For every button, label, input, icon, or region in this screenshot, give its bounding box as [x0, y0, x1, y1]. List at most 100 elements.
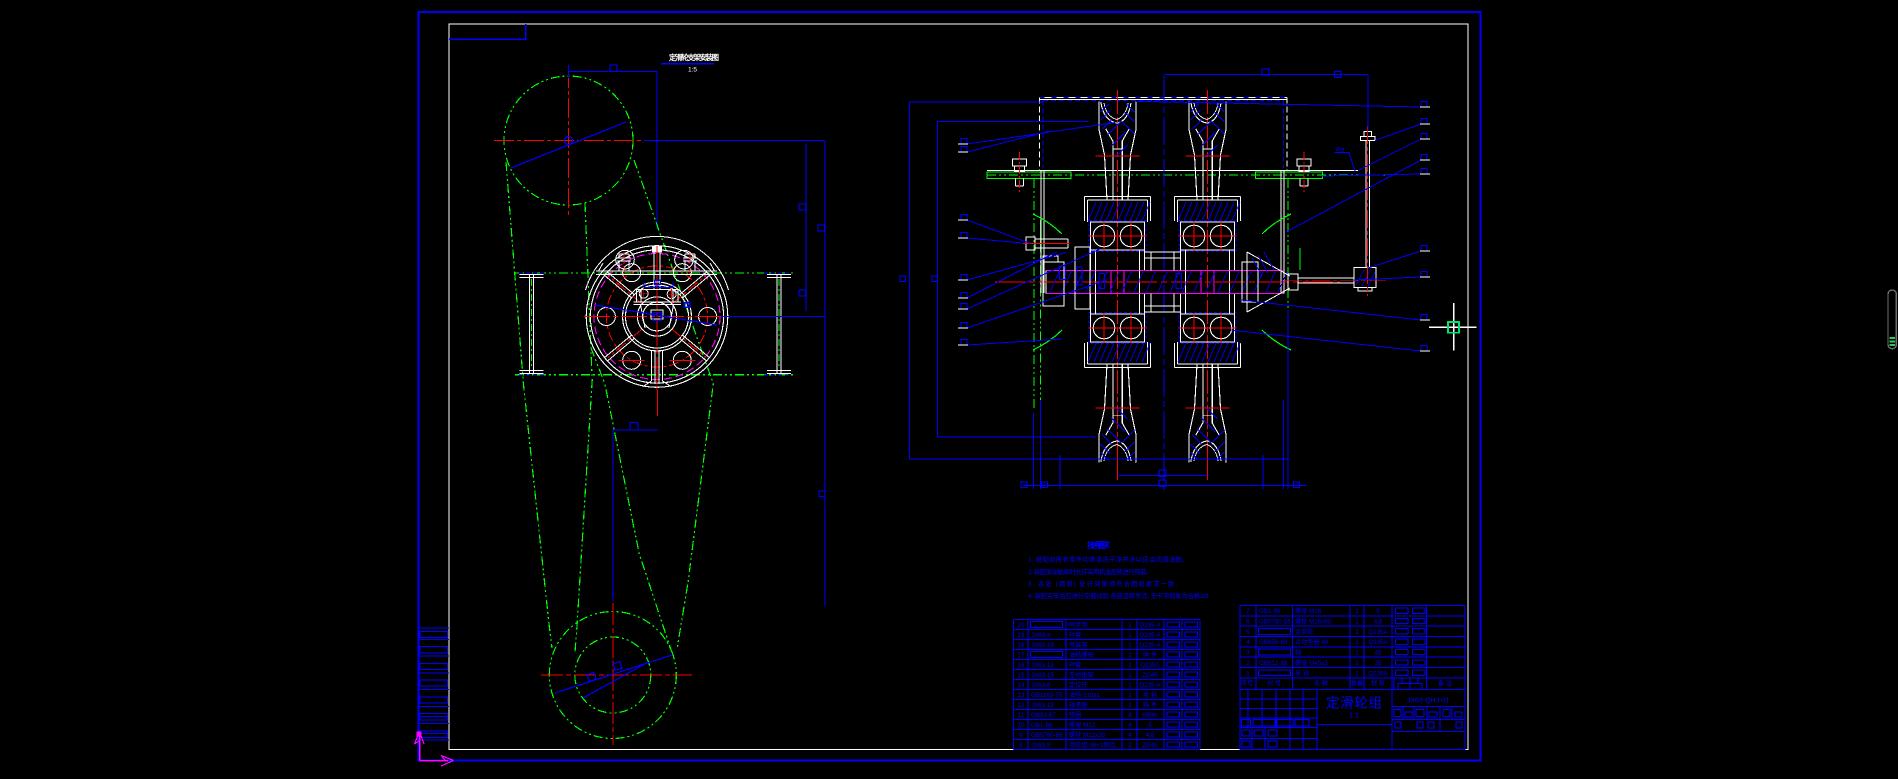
svg-text:定滑轮组: 定滑轮组: [1326, 696, 1382, 711]
svg-text:购 件: 购 件: [1143, 651, 1157, 659]
svg-text:16: 16: [1018, 662, 1025, 669]
svg-text:20: 20: [1018, 622, 1025, 629]
svg-text:螺母 M45x3: 螺母 M45x3: [1295, 659, 1328, 667]
svg-text:GB93-87: GB93-87: [1031, 712, 1056, 719]
svg-text:ZG45: ZG45: [1142, 672, 1158, 679]
svg-text:轴: 轴: [1295, 649, 1301, 657]
svg-text:吊 钩: 吊 钩: [1295, 669, 1309, 677]
svg-text:Q235-A: Q235-A: [1139, 682, 1161, 689]
svg-text:JX63.13: JX63.13: [1031, 662, 1054, 669]
svg-text:12: 12: [1018, 702, 1025, 709]
svg-text:1:5: 1:5: [688, 67, 697, 74]
svg-text:衬套: 衬套: [1069, 631, 1081, 639]
svg-text:1: 1: [1128, 622, 1132, 629]
svg-text:GB1-86: GB1-86: [1031, 722, 1053, 729]
svg-text:购 件: 购 件: [1143, 701, 1157, 709]
svg-text:2. 装配滚动轴承时允许采用机油加热进行热装,: 2. 装配滚动轴承时允许采用机油加热进行热装,: [1028, 567, 1148, 576]
svg-text:1: 1: [1246, 670, 1250, 677]
svg-text:名 称: 名 称: [1314, 680, 1328, 688]
svg-text:螺栓 M12x30: 螺栓 M12x30: [1069, 731, 1106, 739]
svg-text:1: 1: [1355, 660, 1359, 667]
svg-text:45: 45: [1375, 650, 1382, 657]
svg-text:4: 4: [1246, 639, 1250, 646]
svg-text:13: 13: [1018, 692, 1025, 699]
svg-text:3: 3: [1246, 650, 1250, 657]
svg-text:代 号: 代 号: [1267, 680, 1281, 688]
svg-text:GB812-88: GB812-88: [1259, 660, 1288, 667]
svg-text:10: 10: [1018, 722, 1025, 729]
svg-text:2: 2: [1246, 660, 1250, 667]
svg-text:14: 14: [1018, 682, 1025, 689]
svg-text:2: 2: [1355, 629, 1359, 636]
svg-text:4: 4: [1128, 712, 1132, 719]
svg-text:1: 1: [1128, 682, 1132, 689]
svg-text:1: 1: [1128, 692, 1132, 699]
svg-text:GB856-88: GB856-88: [1259, 639, 1288, 646]
svg-text:5: 5: [1246, 629, 1250, 636]
svg-text:螺母 M12: 螺母 M12: [1069, 721, 1096, 729]
svg-text:JX63.13: JX63.13: [1031, 702, 1054, 709]
svg-text:Q235A: Q235A: [1368, 629, 1388, 636]
svg-text:1: 1: [1355, 670, 1359, 677]
svg-text:1: 1: [1355, 639, 1359, 646]
svg-text:6: 6: [1246, 619, 1250, 626]
svg-text:JX63-18: JX63-18: [1031, 642, 1055, 649]
svg-text:左衬板架: 左衬板架: [1069, 671, 1094, 679]
svg-text:吊装架: 吊装架: [1069, 641, 1088, 649]
svg-text:滑轮组 d6=1制动: 滑轮组 d6=1制动: [1069, 741, 1116, 749]
svg-text:35: 35: [1375, 660, 1382, 667]
svg-text:4.8: 4.8: [1374, 619, 1383, 626]
svg-text:17: 17: [1018, 652, 1025, 659]
svg-text:螺母 M16: 螺母 M16: [1295, 607, 1322, 615]
svg-text:材 料: 材 料: [1371, 680, 1385, 688]
svg-text:GB5780-86: GB5780-86: [1031, 732, 1063, 739]
svg-text:螺栓 M16x60: 螺栓 M16x60: [1295, 618, 1332, 626]
svg-text:Q235A: Q235A: [1368, 639, 1388, 646]
svg-text:Q235-A: Q235-A: [1139, 632, 1161, 639]
svg-text:Ra: Ra: [1336, 147, 1345, 154]
svg-text:GB1-86: GB1-86: [1259, 608, 1281, 615]
svg-text:定滑轮支架安装图: 定滑轮支架安装图: [669, 52, 720, 62]
svg-text:5: 5: [1148, 722, 1152, 729]
svg-text:Q235-A: Q235-A: [1139, 642, 1161, 649]
svg-text:1: 1: [1355, 619, 1359, 626]
svg-text:Q235-A: Q235-A: [1139, 622, 1161, 629]
svg-text:Q235A: Q235A: [1140, 662, 1160, 669]
svg-text:JX63-QHJ-01: JX63-QHJ-01: [1407, 698, 1450, 705]
svg-text:18: 18: [1018, 642, 1025, 649]
svg-text:65Mn: 65Mn: [1142, 712, 1158, 719]
svg-text:1: 1: [1128, 702, 1132, 709]
svg-text:轴承座: 轴承座: [1069, 701, 1088, 709]
svg-text:JX63.8: JX63.8: [1031, 742, 1051, 749]
svg-text:1: 1: [1355, 650, 1359, 657]
svg-text:4: 4: [1128, 732, 1132, 739]
svg-text:GB1163-79: GB1163-79: [1031, 692, 1063, 699]
svg-text:4. 装配完毕后应进行空载试验.各部运转灵活, 无卡滞现象为: 4. 装配完毕后应进行空载试验.各部运转灵活, 无卡滞现象为合格2/3.: [1028, 591, 1210, 600]
svg-text:JX63-15: JX63-15: [1031, 672, 1055, 679]
svg-text:JX63.4: JX63.4: [1031, 632, 1051, 639]
svg-text:11: 11: [1018, 712, 1025, 719]
svg-text:8: 8: [1019, 742, 1023, 749]
svg-text:JX63-8: JX63-8: [1031, 682, 1051, 689]
svg-text:油毡 d10x1: 油毡 d10x1: [1069, 691, 1101, 699]
svg-text:1: 1: [1355, 608, 1359, 615]
svg-text:2: 2: [1128, 652, 1132, 659]
svg-text:19: 19: [1018, 632, 1025, 639]
svg-text:4.8: 4.8: [1146, 732, 1155, 739]
svg-text:定滑轮: 定滑轮: [1295, 628, 1314, 636]
svg-text:Q235A: Q235A: [1368, 670, 1388, 677]
svg-text:毛 毡: 毛 毡: [1143, 691, 1157, 699]
svg-text:7: 7: [1246, 608, 1250, 615]
svg-text:定位环: 定位环: [1069, 681, 1088, 689]
svg-text:备 注: 备 注: [1438, 680, 1452, 688]
svg-text:1: 1: [1128, 672, 1132, 679]
svg-text:1: 1: [1128, 642, 1132, 649]
svg-text:垫圈: 垫圈: [1069, 711, 1081, 719]
svg-text:技术要求: 技术要求: [1087, 540, 1111, 550]
svg-text:ZG45: ZG45: [1142, 742, 1158, 749]
svg-text:4: 4: [1128, 722, 1132, 729]
svg-text:数量: 数量: [1351, 680, 1363, 688]
svg-text:1: 1: [1128, 662, 1132, 669]
svg-text:衬套: 衬套: [1069, 661, 1081, 669]
svg-text:GB5780-86: GB5780-86: [1259, 619, 1291, 626]
